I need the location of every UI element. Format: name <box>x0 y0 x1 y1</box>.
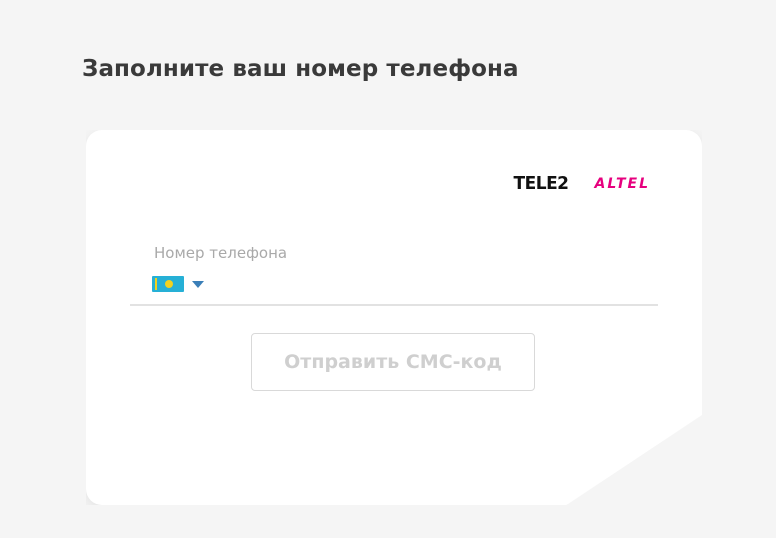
phone-card: TELE2 ALTEL Номер телефона Отправить СМС… <box>86 130 702 505</box>
page-title: Заполните ваш номер телефона <box>82 56 519 82</box>
phone-field: Номер телефона <box>130 242 658 306</box>
flag-sun <box>165 280 173 288</box>
kazakhstan-flag-icon <box>152 276 184 292</box>
operator-logos: TELE2 ALTEL <box>513 173 650 195</box>
phone-field-underline <box>130 304 658 306</box>
send-sms-code-button[interactable]: Отправить СМС-код <box>251 333 535 391</box>
altel-logo: ALTEL <box>594 176 650 192</box>
tele2-logo: TELE2 <box>513 173 569 195</box>
country-code-select[interactable] <box>152 276 204 292</box>
phone-input[interactable] <box>210 272 654 300</box>
phone-field-label: Номер телефона <box>154 244 288 262</box>
page: Заполните ваш номер телефона TELE2 ALTEL… <box>0 0 776 538</box>
flag-ornament <box>155 278 157 290</box>
chevron-down-icon <box>192 280 204 288</box>
